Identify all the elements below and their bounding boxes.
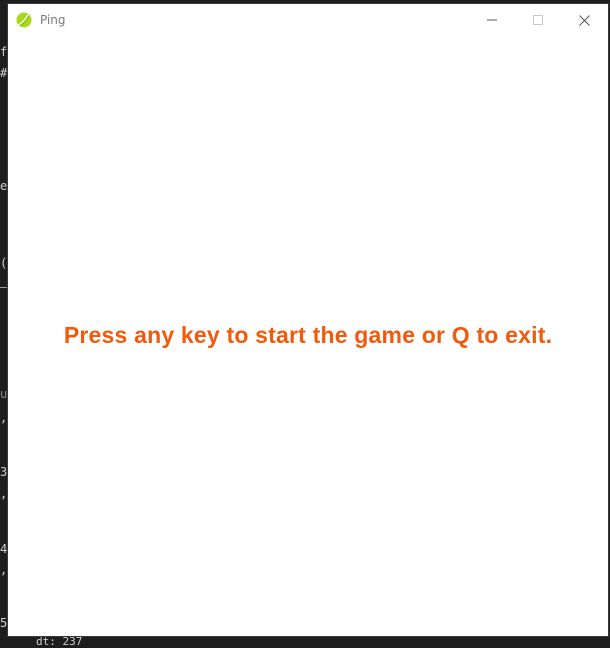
minimize-button[interactable] xyxy=(469,4,515,36)
ping-window: Ping Press any key to start the game or … xyxy=(8,4,608,636)
maximize-button[interactable] xyxy=(515,4,561,36)
tennis-ball-icon xyxy=(16,12,32,28)
background-code-fragment: , xyxy=(0,411,8,425)
background-code-fragment: , xyxy=(0,487,8,501)
background-code-fragment: 4 xyxy=(0,542,8,556)
background-code-fragment: ( xyxy=(0,256,8,270)
minimize-icon xyxy=(487,15,497,25)
maximize-icon xyxy=(533,15,543,25)
title-bar[interactable]: Ping xyxy=(8,4,608,36)
window-title: Ping xyxy=(40,13,66,27)
background-code-fragment: 5 xyxy=(0,616,8,630)
background-code-fragment: 3 xyxy=(0,465,8,479)
background-code-fragment: u xyxy=(0,387,8,401)
background-code-fragment: , xyxy=(0,563,8,577)
background-code-fragment: # xyxy=(0,66,8,80)
close-button[interactable] xyxy=(561,4,607,36)
close-icon xyxy=(578,14,590,26)
background-divider xyxy=(0,287,8,288)
background-code-fragment: f xyxy=(0,45,8,59)
background-code-fragment: e xyxy=(0,179,8,193)
game-canvas[interactable]: Press any key to start the game or Q to … xyxy=(8,36,608,636)
start-prompt: Press any key to start the game or Q to … xyxy=(63,322,553,348)
